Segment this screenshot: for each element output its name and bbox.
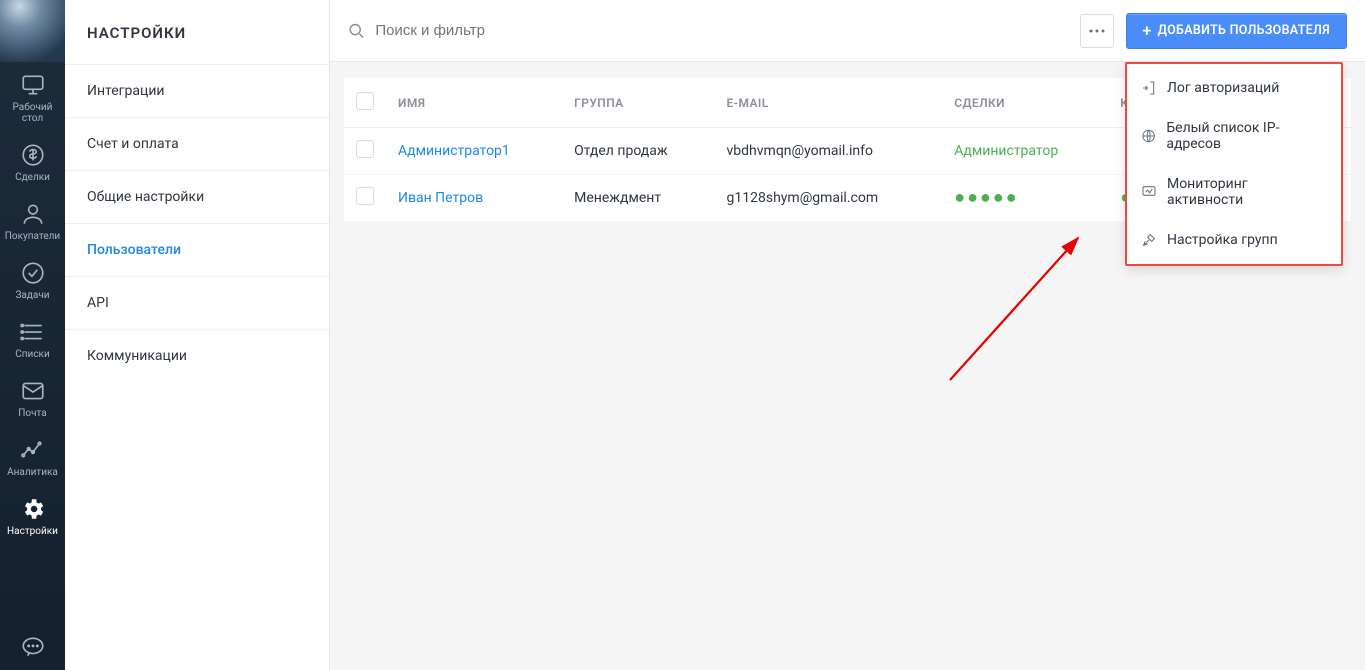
dropdown-item-activity-monitor[interactable]: Мониторинг активности	[1127, 164, 1341, 220]
rail-item-mail[interactable]: Почта	[0, 368, 65, 427]
user-deals: ●●●●●	[954, 187, 1018, 208]
dropdown-label: Белый список IP-адресов	[1166, 120, 1327, 152]
subnav-item-users[interactable]: Пользователи	[65, 223, 329, 276]
dropdown-label: Мониторинг активности	[1167, 176, 1327, 208]
rail-label: Сделки	[15, 172, 50, 183]
mail-icon	[20, 378, 46, 404]
add-user-button[interactable]: + ДОБАВИТЬ ПОЛЬЗОВАТЕЛЯ	[1126, 13, 1347, 49]
dropdown-label: Настройка групп	[1167, 232, 1278, 248]
monitor-icon	[1141, 184, 1157, 200]
user-email: vbdhvmqn@yomail.info	[715, 128, 943, 175]
rail-label: Настройки	[7, 526, 58, 537]
rail-label: Списки	[15, 349, 49, 360]
analytics-icon	[20, 437, 46, 463]
ellipsis-icon	[1088, 28, 1106, 34]
row-checkbox[interactable]	[356, 187, 374, 205]
add-user-label: ДОБАВИТЬ ПОЛЬЗОВАТЕЛЯ	[1158, 23, 1330, 38]
rail-item-tasks[interactable]: Задачи	[0, 250, 65, 309]
more-button[interactable]	[1080, 14, 1114, 48]
subnav-title: НАСТРОЙКИ	[65, 0, 329, 64]
subnav-item-communications[interactable]: Коммуникации	[65, 329, 329, 382]
subnav-item-api[interactable]: API	[65, 276, 329, 329]
globe-icon	[1141, 128, 1156, 144]
rail-item-analytics[interactable]: Аналитика	[0, 427, 65, 486]
subnav-item-integrations[interactable]: Интеграции	[65, 64, 329, 117]
dropdown-label: Лог авторизаций	[1167, 80, 1279, 96]
buyers-icon	[20, 201, 46, 227]
rail-label: Рабочийстол	[13, 102, 53, 124]
dropdown-item-group-settings[interactable]: Настройка групп	[1127, 220, 1341, 260]
search-box[interactable]	[348, 22, 1068, 40]
main-area: + ДОБАВИТЬ ПОЛЬЗОВАТЕЛЯ ИМЯ ГРУППА E-MAI…	[330, 0, 1365, 670]
search-icon	[348, 22, 365, 40]
col-group[interactable]: ГРУППА	[562, 78, 714, 128]
row-checkbox[interactable]	[356, 140, 374, 158]
subnav-item-general[interactable]: Общие настройки	[65, 170, 329, 223]
lists-icon	[20, 319, 46, 345]
actions-dropdown: Лог авторизаций Белый список IP-адресов …	[1125, 62, 1343, 266]
select-all-checkbox[interactable]	[356, 92, 374, 110]
tools-icon	[1141, 232, 1157, 248]
user-deals: Администратор	[954, 143, 1058, 159]
topbar: + ДОБАВИТЬ ПОЛЬЗОВАТЕЛЯ	[330, 0, 1365, 62]
workspace-avatar[interactable]	[0, 0, 65, 62]
subnav-item-billing[interactable]: Счет и оплата	[65, 117, 329, 170]
user-email: g1128shym@gmail.com	[715, 175, 943, 222]
search-input[interactable]	[375, 22, 1067, 39]
rail-label: Почта	[18, 408, 46, 419]
rail-item-lists[interactable]: Списки	[0, 309, 65, 368]
settings-subnav: НАСТРОЙКИ Интеграции Счет и оплата Общие…	[65, 0, 330, 670]
chat-icon	[20, 634, 46, 660]
plus-icon: +	[1143, 23, 1152, 39]
desktop-icon	[20, 72, 46, 98]
user-group: Менеждмент	[562, 175, 714, 222]
dropdown-item-auth-log[interactable]: Лог авторизаций	[1127, 68, 1341, 108]
col-deals[interactable]: СДЕЛКИ	[942, 78, 1108, 128]
user-name-link[interactable]: Администратор1	[398, 143, 510, 159]
col-name[interactable]: ИМЯ	[386, 78, 562, 128]
settings-icon	[20, 496, 46, 522]
rail-item-desktop[interactable]: Рабочийстол	[0, 62, 65, 132]
user-name-link[interactable]: Иван Петров	[398, 190, 483, 206]
rail-label: Аналитика	[7, 467, 58, 478]
rail-label: Покупатели	[5, 231, 60, 242]
left-rail: Рабочийстол Сделки Покупатели Задачи Спи…	[0, 0, 65, 670]
rail-item-buyers[interactable]: Покупатели	[0, 191, 65, 250]
rail-item-settings[interactable]: Настройки	[0, 486, 65, 545]
deals-icon	[20, 142, 46, 168]
col-email[interactable]: E-MAIL	[715, 78, 943, 128]
dropdown-item-ip-whitelist[interactable]: Белый список IP-адресов	[1127, 108, 1341, 164]
user-group: Отдел продаж	[562, 128, 714, 175]
rail-label: Задачи	[15, 290, 49, 301]
tasks-icon	[20, 260, 46, 286]
rail-item-deals[interactable]: Сделки	[0, 132, 65, 191]
rail-item-chat[interactable]	[0, 624, 65, 670]
log-icon	[1141, 80, 1157, 96]
